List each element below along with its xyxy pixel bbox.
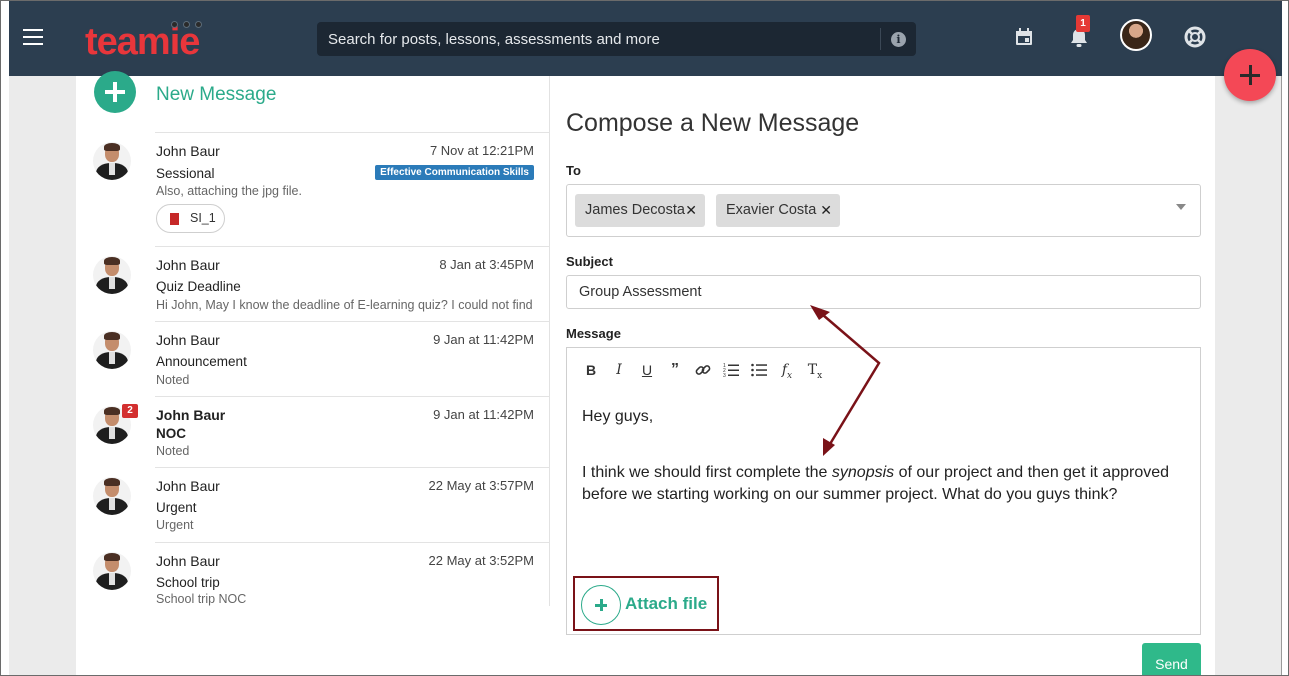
notification-badge: 1 <box>1076 15 1090 32</box>
avatar <box>93 256 131 294</box>
remove-recipient-icon[interactable]: ✕ <box>820 194 832 227</box>
body-paragraph: Hey guys, <box>582 408 654 425</box>
message-snippet: Urgent <box>156 518 194 532</box>
search-divider <box>880 28 881 50</box>
message-snippet: Hi John, May I know the deadline of E-le… <box>156 298 534 312</box>
message-subject: Sessional <box>156 166 215 181</box>
list-item[interactable]: John Baur 22 May at 3:52PM School trip S… <box>76 542 550 606</box>
formula-icon[interactable]: fx <box>777 360 797 381</box>
body-text: I think we should first complete the <box>582 464 832 481</box>
message-list: New Message John Baur 7 Nov at 12:21PM S… <box>76 71 550 606</box>
clear-format-icon[interactable]: Tx <box>805 360 825 381</box>
divider <box>155 542 550 543</box>
list-item[interactable]: John Baur 8 Jan at 3:45PM Quiz Deadline … <box>76 246 550 321</box>
user-avatar[interactable] <box>1120 19 1152 51</box>
to-label: To <box>566 163 581 178</box>
message-subject: School trip <box>156 575 220 590</box>
bullet-list-icon[interactable] <box>749 360 769 380</box>
search-bar: i <box>317 22 916 56</box>
message-snippet: Also, attaching the jpg file. <box>156 184 302 198</box>
new-message-button[interactable]: New Message <box>156 84 276 106</box>
list-item[interactable]: John Baur 22 May at 3:57PM Urgent Urgent <box>76 467 550 542</box>
attachment-chip[interactable]: SI_1 <box>156 204 225 233</box>
send-button[interactable]: Send <box>1142 643 1201 675</box>
body-text-italic: synopsis <box>831 464 895 481</box>
logo-dots <box>171 15 207 33</box>
message-date: 22 May at 3:52PM <box>428 553 535 568</box>
underline-icon[interactable]: U <box>637 360 657 380</box>
message-subject: Announcement <box>156 354 247 369</box>
menu-icon[interactable] <box>23 29 43 45</box>
message-snippet: Noted <box>156 373 190 387</box>
recipients-field[interactable]: James Decosta ✕ Exavier Costa ✕ <box>566 184 1201 237</box>
divider <box>155 467 550 468</box>
message-snippet: School trip NOC <box>156 592 247 606</box>
message-date: 22 May at 3:57PM <box>428 478 535 493</box>
list-item[interactable]: John Baur 7 Nov at 12:21PM Sessional Eff… <box>76 132 550 246</box>
bold-icon[interactable]: B <box>581 360 601 380</box>
pdf-icon <box>170 213 179 225</box>
chevron-down-icon[interactable] <box>1176 204 1186 210</box>
message-subject: Quiz Deadline <box>156 279 241 294</box>
message-snippet: Noted <box>156 444 190 458</box>
message-date: 9 Jan at 11:42PM <box>433 332 534 347</box>
subject-label: Subject <box>566 254 613 269</box>
numbered-list-icon[interactable]: 1 2 3 <box>721 360 741 380</box>
avatar <box>93 331 131 369</box>
calendar-icon[interactable] <box>1015 28 1033 46</box>
divider <box>155 321 550 322</box>
message-date: 8 Jan at 3:45PM <box>439 257 534 272</box>
recipient-chip[interactable]: Exavier Costa ✕ <box>716 194 840 227</box>
message-subject: NOC <box>156 426 186 441</box>
top-navigation-bar: teamie i 1 <box>9 1 1282 76</box>
body-paragraph: I think we should first complete the syn… <box>582 462 1182 506</box>
app-window: teamie i 1 <box>0 0 1289 676</box>
divider <box>155 396 550 397</box>
italic-icon[interactable]: I <box>609 360 629 380</box>
message-label: Message <box>566 326 621 341</box>
info-icon[interactable]: i <box>891 32 906 47</box>
help-lifebuoy-icon[interactable] <box>1184 26 1206 48</box>
avatar <box>93 142 131 180</box>
attachment-name: SI_1 <box>190 211 216 225</box>
search-input[interactable] <box>317 22 879 56</box>
link-icon[interactable] <box>693 360 713 380</box>
divider <box>155 246 550 247</box>
sender-name: John Baur <box>156 257 220 273</box>
notifications[interactable]: 1 <box>1067 15 1095 51</box>
message-subject: Urgent <box>156 500 197 515</box>
subject-input[interactable]: Group Assessment <box>566 275 1201 309</box>
message-body[interactable]: Hey guys, I think we should first comple… <box>582 406 1182 506</box>
floating-add-button[interactable] <box>1224 49 1276 101</box>
list-item[interactable]: John Baur 9 Jan at 11:42PM Announcement … <box>76 321 550 396</box>
unread-count-badge: 2 <box>122 404 138 418</box>
sender-name: John Baur <box>156 553 220 569</box>
sender-name: John Baur <box>156 478 220 494</box>
sender-name: John Baur <box>156 143 220 159</box>
recipient-name: James Decosta <box>585 202 685 218</box>
sender-name: John Baur <box>156 332 220 348</box>
svg-text:3: 3 <box>723 373 726 379</box>
list-item[interactable]: 2 John Baur 9 Jan at 11:42PM NOC Noted <box>76 396 550 467</box>
messages-panel: New Message John Baur 7 Nov at 12:21PM S… <box>76 71 1215 675</box>
new-message-plus-icon[interactable] <box>94 71 136 113</box>
course-tag[interactable]: Effective Communication Skills <box>375 165 534 180</box>
annotation-highlight-box <box>573 576 719 631</box>
message-date: 7 Nov at 12:21PM <box>429 143 534 158</box>
avatar <box>93 552 131 590</box>
remove-recipient-icon[interactable]: ✕ <box>685 194 697 227</box>
divider <box>155 132 550 133</box>
recipient-name: Exavier Costa <box>726 202 817 218</box>
blockquote-icon[interactable]: ” <box>665 360 685 380</box>
compose-title: Compose a New Message <box>566 109 860 137</box>
message-date: 9 Jan at 11:42PM <box>433 407 534 422</box>
recipient-chip[interactable]: James Decosta ✕ <box>575 194 705 227</box>
avatar <box>93 477 131 515</box>
sender-name: John Baur <box>156 407 226 423</box>
